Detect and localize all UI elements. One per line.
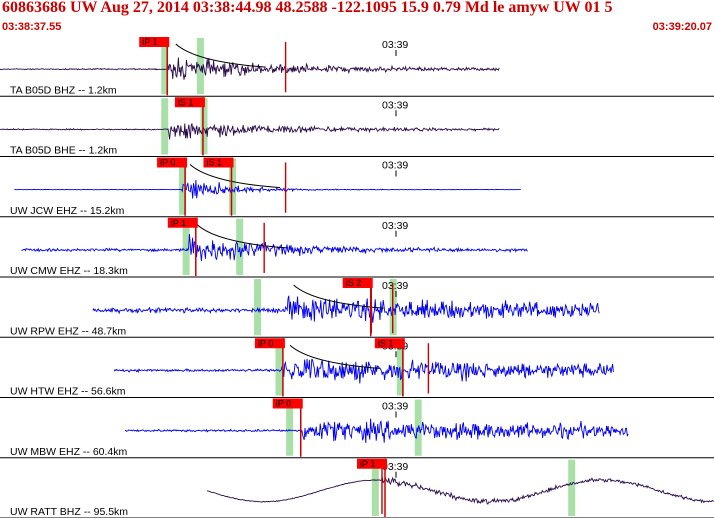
pick-label: iS 1 (378, 338, 394, 348)
pick-label: iP 0 (276, 399, 291, 409)
seismogram-panel[interactable]: 03:39 iP 1 TA B05D BHZ -- 1.2km 03:39 iS 1 TA… (0, 36, 714, 518)
event-title: 60863686 UW Aug 27, 2014 03:38:44.98 48.… (2, 0, 613, 16)
minute-label: 03:39 (382, 99, 408, 111)
station-label: TA B05D BHE -- 1.2km (10, 145, 117, 157)
station-label: UW HTW EHZ -- 56.6km (10, 386, 126, 398)
waveform-trace (0, 123, 500, 140)
station-label: UW JCW EHZ -- 15.2km (10, 205, 125, 217)
minute-label: 03:39 (382, 401, 408, 413)
start-time-label: 03:38:37.55 (2, 21, 62, 33)
station-label: UW RATT BHZ -- 95.5km (10, 506, 128, 518)
window-band (236, 218, 244, 275)
pick-label: iS 1 (206, 158, 222, 168)
window-band (568, 459, 576, 516)
minute-label: 03:39 (382, 220, 408, 232)
pick-label: iS 2 (346, 278, 362, 288)
waveform-trace (92, 295, 600, 323)
waveform-trace (113, 358, 614, 384)
pick-label: iP 1 (171, 218, 186, 228)
waveform-trace (124, 418, 629, 444)
minute-label: 03:39 (382, 160, 408, 172)
waveform-trace (21, 233, 528, 262)
seismogram-svg[interactable]: 03:39 iP 1 TA B05D BHZ -- 1.2km 03:39 iS 1 TA… (0, 36, 714, 518)
title-bar: 60863686 UW Aug 27, 2014 03:38:44.98 48.… (0, 0, 714, 36)
minute-label: 03:39 (382, 39, 408, 51)
waveform-trace (0, 57, 500, 80)
station-label: UW CMW EHZ -- 18.3km (10, 265, 128, 277)
station-label: TA B05D BHZ -- 1.2km (10, 84, 117, 96)
minute-label: 03:39 (382, 280, 408, 292)
station-label: UW MBW EHZ -- 60.4km (10, 446, 128, 458)
window-band (161, 98, 169, 155)
waveform-trace (14, 179, 521, 199)
window-band (254, 279, 262, 336)
pick-label: iP 0 (160, 158, 175, 168)
pick-label: iP 0 (258, 338, 273, 348)
pick-label: iS 1 (178, 97, 194, 107)
end-time-label: 03:39:20.07 (652, 21, 712, 33)
waveform-trace (206, 476, 714, 505)
station-label: UW RPW EHZ -- 48.7km (10, 325, 126, 337)
pick-label: iP 1 (360, 459, 375, 469)
pick-label: iP 1 (142, 37, 157, 47)
